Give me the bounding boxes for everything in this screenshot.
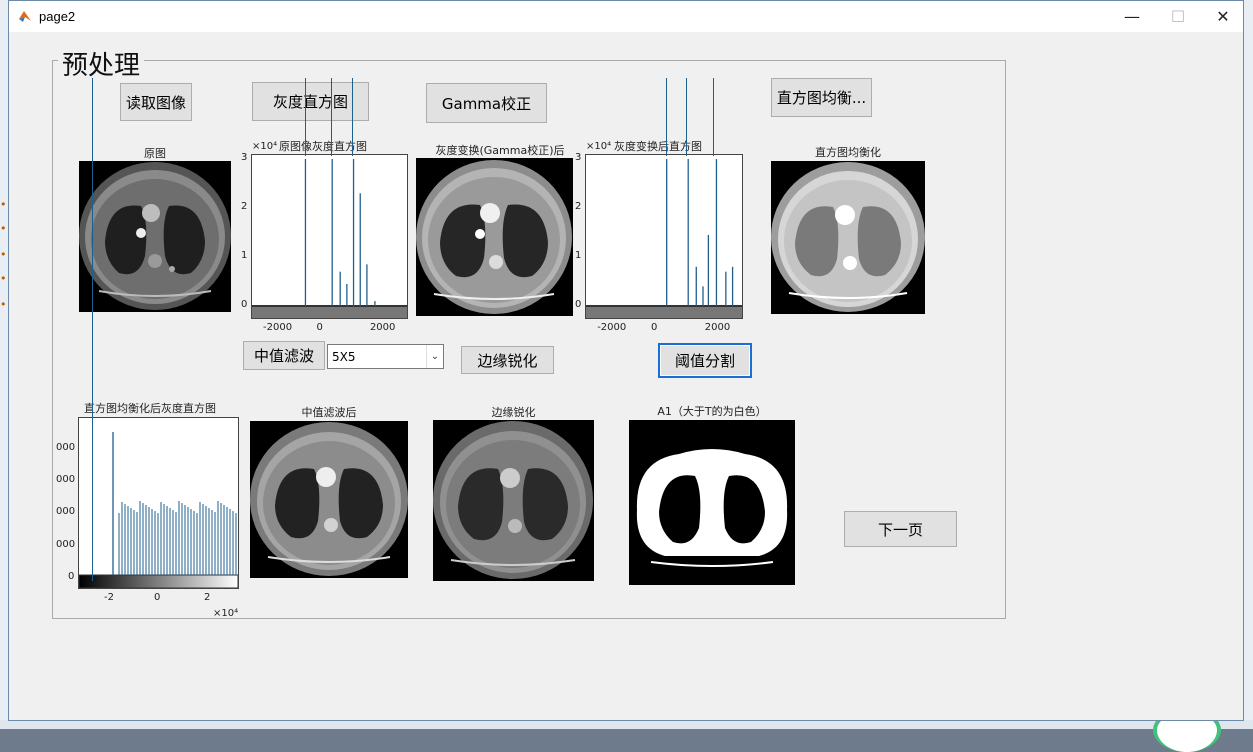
close-icon: ✕ xyxy=(1216,7,1230,26)
caption-histeq-image: 直方图均衡化 xyxy=(815,146,881,159)
histeq-button[interactable]: 直方图均衡... xyxy=(771,78,872,117)
title-bar: page2 — ☐ ✕ xyxy=(9,1,1243,32)
stray-plot-line xyxy=(666,78,667,156)
ct-scan-sharpen xyxy=(433,420,594,581)
y-tick-label: 1 xyxy=(241,250,248,261)
y-tick-label: 000 xyxy=(56,539,76,550)
stray-plot-line xyxy=(92,78,93,581)
stray-plot-line xyxy=(686,78,687,156)
stray-plot-line xyxy=(352,78,353,156)
stray-plot-line xyxy=(331,78,332,156)
original-image xyxy=(79,161,231,312)
histeq-histogram-chart xyxy=(78,432,239,589)
x-tick-label: 0 xyxy=(651,322,658,333)
gamma-histogram-chart xyxy=(586,159,742,318)
orig-histogram-chart xyxy=(252,159,407,318)
ct-scan-median xyxy=(250,421,408,578)
editor-marker: • xyxy=(0,198,7,211)
figure-window: page2 — ☐ ✕ 预处理 读取图像 灰度直方图 Gamma校正 直方图均衡… xyxy=(8,0,1244,721)
y-tick-label: 2 xyxy=(575,201,582,212)
editor-marker: • xyxy=(0,272,7,285)
y-tick-label: 2 xyxy=(241,201,248,212)
editor-marker: • xyxy=(0,222,7,235)
x-tick-label: 2000 xyxy=(704,322,731,333)
caption-threshold-image: A1（大于T的为白色） xyxy=(657,405,767,418)
median-filter-button[interactable]: 中值滤波 xyxy=(243,341,325,370)
caption-gamma-image: 灰度变换(Gamma校正)后 xyxy=(435,144,565,157)
caption-median-image: 中值滤波后 xyxy=(301,406,357,419)
filter-size-value: 5X5 xyxy=(332,349,356,364)
x-tick-label: 0 xyxy=(316,322,323,333)
x-tick-label: 2 xyxy=(204,592,211,603)
panel-title: 预处理 xyxy=(58,45,145,82)
colorbar-strip xyxy=(252,306,407,318)
x-tick-label: -2000 xyxy=(597,322,627,333)
stray-plot-line xyxy=(713,78,714,156)
x-tick-label: -2 xyxy=(104,592,114,603)
y-tick-label: 1 xyxy=(575,250,582,261)
maximize-button[interactable]: ☐ xyxy=(1155,1,1201,32)
editor-marker: • xyxy=(0,248,7,261)
background-window-strip xyxy=(1243,0,1253,729)
minimize-button[interactable]: — xyxy=(1109,1,1155,32)
window-title: page2 xyxy=(39,9,76,24)
y-tick-label: 3 xyxy=(241,152,248,163)
orig-histogram-axes xyxy=(251,154,408,319)
close-button[interactable]: ✕ xyxy=(1200,1,1246,32)
y-tick-label: 3 xyxy=(575,152,582,163)
y-tick-label: 000 xyxy=(56,442,76,453)
y-multiplier-2: ×10⁴ xyxy=(586,141,612,152)
gamma-histogram-axes xyxy=(585,154,743,319)
ct-scan-gamma xyxy=(416,158,573,316)
sharpen-image xyxy=(433,420,594,581)
caption-gamma-hist: 灰度变换后直方图 xyxy=(614,140,702,153)
x-tick-label: -2000 xyxy=(263,322,293,333)
x-tick-label: 0 xyxy=(154,592,161,603)
read-image-button[interactable]: 读取图像 xyxy=(120,83,192,121)
threshold-button[interactable]: 阈值分割 xyxy=(658,343,752,378)
histeq-histogram-axes xyxy=(78,417,239,589)
median-image xyxy=(250,421,408,578)
ct-scan-histeq xyxy=(771,161,925,314)
taskbar-edge xyxy=(0,720,1253,729)
y-tick-label: 000 xyxy=(56,506,76,517)
filter-size-select[interactable]: 5X5 ⌄ xyxy=(327,344,444,369)
colorbar-strip xyxy=(78,574,239,589)
ct-scan-original xyxy=(79,161,231,312)
threshold-image xyxy=(629,420,795,585)
x-tick-label: 2000 xyxy=(369,322,396,333)
next-page-button[interactable]: 下一页 xyxy=(844,511,957,547)
chevron-down-icon[interactable]: ⌄ xyxy=(426,345,443,368)
minimize-icon: — xyxy=(1124,7,1140,26)
y-multiplier-1: ×10⁴ xyxy=(252,141,278,152)
sharpen-button[interactable]: 边缘锐化 xyxy=(461,346,554,374)
x-multiplier-3: ×10⁴ xyxy=(213,608,239,619)
y-tick-label: 0 xyxy=(575,299,582,310)
maximize-icon: ☐ xyxy=(1170,7,1186,26)
gamma-button[interactable]: Gamma校正 xyxy=(426,83,547,123)
caption-sharpen-image: 边缘锐化 xyxy=(491,406,536,419)
histeq-image xyxy=(771,161,925,314)
caption-original: 原图 xyxy=(144,147,166,160)
caption-orig-hist: 原图像灰度直方图 xyxy=(279,140,367,153)
gamma-image xyxy=(416,158,573,316)
ct-scan-threshold xyxy=(629,420,795,585)
y-tick-label: 0 xyxy=(241,299,248,310)
y-tick-label: 000 xyxy=(56,474,76,485)
editor-marker: • xyxy=(0,298,7,311)
stray-plot-line xyxy=(305,78,306,156)
matlab-icon xyxy=(19,11,31,22)
colorbar-strip xyxy=(586,306,742,318)
caption-histeq-hist: 直方图均衡化后灰度直方图 xyxy=(84,402,216,415)
y-tick-label: 0 xyxy=(68,571,75,582)
